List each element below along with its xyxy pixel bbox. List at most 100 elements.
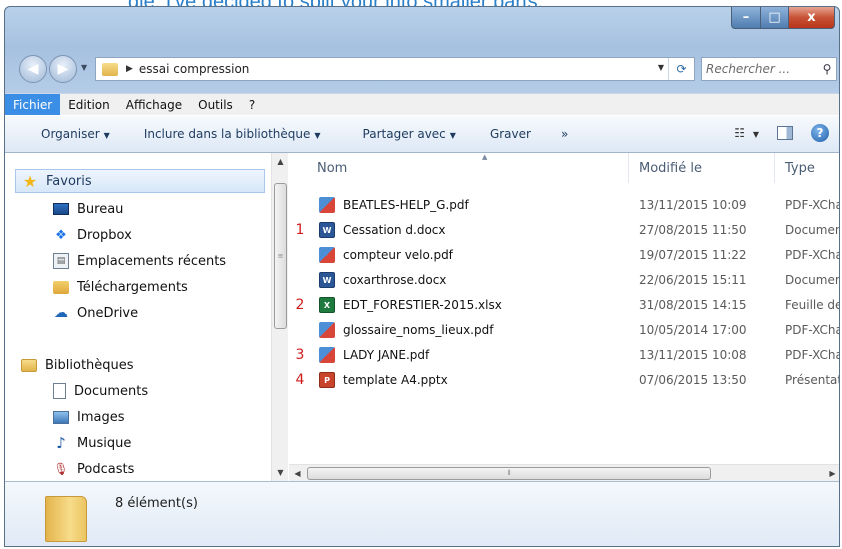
file-name-cell[interactable]: W Cessation d.docx bbox=[319, 222, 446, 238]
modified-date: 22/06/2015 15:11 bbox=[639, 273, 747, 287]
scroll-thumb[interactable]: ≡ bbox=[274, 183, 287, 329]
menu-help[interactable]: ? bbox=[241, 94, 263, 116]
search-input[interactable]: Rechercher ... bbox=[706, 62, 818, 76]
file-name-cell[interactable]: compteur velo.pdf bbox=[319, 247, 453, 263]
nav-item-emplacements-recents[interactable]: ▤ Emplacements récents bbox=[53, 249, 226, 273]
navigation-pane-scrollbar[interactable]: ▲ ≡ ▼ bbox=[271, 153, 288, 481]
partager-label: Partager avec bbox=[362, 127, 446, 141]
file-name-cell[interactable]: LADY JANE.pdf bbox=[319, 347, 429, 363]
file-type: Présentat bbox=[785, 373, 840, 387]
nav-favoris[interactable]: ★ Favoris bbox=[15, 169, 265, 193]
table-row[interactable]: 1 W Cessation d.docx 27/08/2015 11:50 Docume… bbox=[289, 218, 840, 242]
folder-icon bbox=[45, 496, 87, 542]
organiser-label: Organiser bbox=[41, 127, 100, 141]
nav-item-label: OneDrive bbox=[77, 305, 139, 321]
back-button[interactable]: ◀ bbox=[19, 55, 47, 83]
table-row[interactable]: 4 Ptemplate A4.pptx 07/06/2015 13:50 Présen… bbox=[289, 368, 840, 392]
column-header-nom[interactable]: ▲ Nom bbox=[307, 153, 629, 183]
file-name: coxarthrose.docx bbox=[343, 273, 447, 287]
row-annotation-number: 1 bbox=[295, 222, 305, 238]
search-box[interactable]: Rechercher ... ⚲ bbox=[701, 57, 837, 81]
downloads-folder-icon bbox=[53, 280, 69, 294]
file-type: Documen bbox=[785, 223, 840, 237]
scroll-left-icon[interactable]: ◀ bbox=[289, 465, 306, 482]
navigation-bar: ◀ ▶ ▼ ▶ essai compression ▼ ⟳ Rechercher… bbox=[5, 51, 839, 85]
file-name-cell[interactable]: BEATLES-HELP_G.pdf bbox=[319, 197, 469, 213]
preview-pane-button[interactable] bbox=[777, 126, 793, 140]
modified-date: 27/08/2015 11:50 bbox=[639, 223, 747, 237]
document-icon bbox=[53, 383, 66, 399]
table-row[interactable]: glossaire_noms_lieux.pdf 10/05/2014 17:00… bbox=[289, 318, 839, 342]
horizontal-scrollbar[interactable]: ◀ ⦀ ▶ bbox=[289, 464, 839, 482]
file-list: ▲ Nom Modifié le Type BEATLES-HELP_G.pdf… bbox=[289, 153, 840, 481]
file-name-cell[interactable]: Ptemplate A4.pptx bbox=[319, 372, 448, 388]
scroll-thumb[interactable]: ⦀ bbox=[307, 467, 711, 480]
address-dropdown-icon[interactable]: ▼ bbox=[658, 63, 664, 72]
search-icon[interactable]: ⚲ bbox=[818, 62, 836, 76]
nav-item-podcasts[interactable]: 🎙 Podcasts bbox=[53, 457, 134, 481]
minimize-button[interactable]: – bbox=[731, 7, 761, 29]
nav-favoris-label: Favoris bbox=[46, 173, 92, 189]
scroll-right-icon[interactable]: ▶ bbox=[824, 465, 839, 482]
menu-affichage[interactable]: Affichage bbox=[118, 94, 190, 116]
pdf-icon bbox=[319, 322, 335, 338]
desktop-icon bbox=[53, 203, 69, 215]
breadcrumb-current-folder[interactable]: essai compression bbox=[139, 62, 249, 76]
scroll-down-icon[interactable]: ▼ bbox=[272, 464, 289, 481]
partager-avec-button[interactable]: Partager avec ▼ bbox=[353, 127, 466, 141]
nav-item-dropbox[interactable]: ❖ Dropbox bbox=[53, 223, 132, 247]
row-annotation-number: 2 bbox=[295, 297, 305, 313]
music-note-icon: ♪ bbox=[56, 434, 66, 452]
table-row[interactable]: BEATLES-HELP_G.pdf 13/11/2015 10:09 PDF-XC… bbox=[289, 193, 839, 217]
column-header-modifie[interactable]: Modifié le bbox=[629, 153, 775, 183]
cloud-icon: ☁ bbox=[54, 305, 68, 321]
image-icon bbox=[53, 410, 69, 424]
modified-date: 13/11/2015 10:08 bbox=[639, 348, 747, 362]
column-label: Type bbox=[785, 160, 815, 176]
nav-item-images[interactable]: Images bbox=[53, 405, 125, 429]
file-name-cell[interactable]: glossaire_noms_lieux.pdf bbox=[319, 322, 493, 338]
file-type: Feuille de bbox=[785, 298, 840, 312]
word-icon: W bbox=[319, 272, 335, 288]
column-header-type[interactable]: Type bbox=[775, 153, 839, 183]
change-view-button[interactable]: ☷ ▼ bbox=[734, 126, 759, 140]
file-name-cell[interactable]: X EDT_FORESTIER-2015.xlsx bbox=[319, 297, 502, 313]
table-row[interactable]: Wcoxarthrose.docx 22/06/2015 15:11 Documen bbox=[289, 268, 839, 292]
menu-outils[interactable]: Outils bbox=[190, 94, 241, 116]
nav-item-bureau[interactable]: Bureau bbox=[53, 197, 123, 221]
nav-item-label: Podcasts bbox=[77, 461, 135, 477]
table-row[interactable]: compteur velo.pdf 19/07/2015 11:22 PDF-XCh… bbox=[289, 243, 839, 267]
excel-icon: X bbox=[319, 297, 335, 313]
menu-edition[interactable]: Edition bbox=[60, 94, 118, 116]
scroll-up-icon[interactable]: ▲ bbox=[272, 153, 289, 170]
table-row[interactable]: 3 LADY JANE.pdf 13/11/2015 10:08 PDF-XCha bbox=[289, 343, 839, 367]
refresh-button[interactable]: ⟳ bbox=[668, 58, 694, 80]
chevron-down-icon: ▼ bbox=[103, 131, 110, 140]
address-bar[interactable]: ▶ essai compression ▼ ⟳ bbox=[95, 57, 695, 81]
menu-fichier[interactable]: Fichier bbox=[5, 93, 61, 116]
explorer-window: – □ x ◀ ▶ ▼ ▶ essai compression ▼ ⟳ Rech… bbox=[4, 6, 840, 547]
chevron-down-icon: ▼ bbox=[752, 130, 759, 139]
file-name: BEATLES-HELP_G.pdf bbox=[343, 198, 469, 212]
nav-item-musique[interactable]: ♪ Musique bbox=[53, 431, 131, 455]
more-commands-button[interactable]: » bbox=[551, 127, 578, 141]
nav-item-documents[interactable]: Documents bbox=[53, 379, 148, 403]
view-list-icon: ☷ bbox=[734, 126, 746, 140]
forward-button[interactable]: ▶ bbox=[49, 55, 77, 83]
help-icon: ? bbox=[816, 126, 824, 140]
breadcrumb-chevron-icon[interactable]: ▶ bbox=[126, 64, 133, 74]
file-name-cell[interactable]: Wcoxarthrose.docx bbox=[319, 272, 446, 288]
recent-pages-dropdown[interactable]: ▼ bbox=[81, 63, 87, 72]
graver-button[interactable]: Graver bbox=[480, 127, 541, 141]
nav-item-label: Documents bbox=[74, 383, 149, 399]
maximize-button[interactable]: □ bbox=[761, 7, 789, 29]
table-row[interactable]: 2 X EDT_FORESTIER-2015.xlsx 31/08/2015 14:1… bbox=[289, 293, 840, 317]
organiser-button[interactable]: Organiser ▼ bbox=[31, 127, 120, 141]
nav-bibliotheques[interactable]: Bibliothèques bbox=[21, 353, 134, 377]
nav-item-onedrive[interactable]: ☁ OneDrive bbox=[53, 301, 138, 325]
inclure-bibliotheque-button[interactable]: Inclure dans la bibliothèque ▼ bbox=[134, 127, 331, 141]
pdf-icon bbox=[319, 247, 335, 263]
close-button[interactable]: x bbox=[789, 7, 835, 29]
help-button[interactable]: ? bbox=[811, 124, 829, 142]
nav-item-telechargements[interactable]: Téléchargements bbox=[53, 275, 188, 299]
